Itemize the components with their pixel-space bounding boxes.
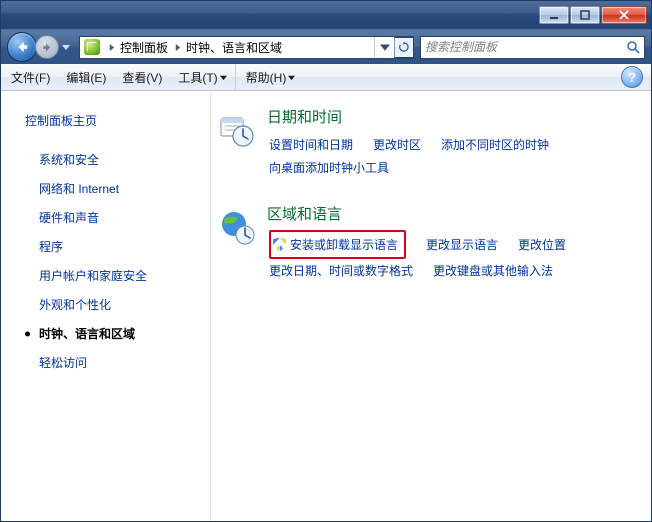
menu-help-label: 帮助(H) bbox=[246, 69, 287, 86]
links-datetime: 设置时间和日期 更改时区 添加不同时区的时钟向桌面添加时钟小工具 bbox=[267, 133, 631, 179]
section-datetime: 日期和时间 设置时间和日期 更改时区 添加不同时区的时钟向桌面添加时钟小工具 bbox=[217, 106, 631, 179]
menu-tools[interactable]: 工具(T) bbox=[170, 64, 235, 90]
sidebar-item[interactable]: 轻松访问 bbox=[25, 348, 198, 377]
search-input[interactable] bbox=[425, 40, 626, 54]
chevron-down-icon bbox=[288, 70, 295, 84]
sidebar-item[interactable]: 系统和安全 bbox=[25, 145, 198, 174]
menu-file-label: 文件(F) bbox=[11, 69, 50, 86]
task-link[interactable]: 更改时区 bbox=[373, 133, 421, 156]
chevron-right-icon[interactable] bbox=[104, 37, 118, 58]
task-link-label: 向桌面添加时钟小工具 bbox=[269, 159, 389, 176]
sidebar-item[interactable]: 时钟、语言和区域 bbox=[25, 319, 198, 348]
links-region-language: 安装或卸载显示语言 更改显示语言 更改位置更改日期、时间或数字格式 更改键盘或其他输入… bbox=[267, 230, 631, 282]
menu-edit[interactable]: 编辑(E) bbox=[58, 64, 114, 90]
task-link[interactable]: 更改键盘或其他输入法 bbox=[433, 259, 553, 282]
sidebar-item[interactable]: 程序 bbox=[25, 232, 198, 261]
task-link[interactable]: 添加不同时区的时钟 bbox=[441, 133, 549, 156]
task-link[interactable]: 更改位置 bbox=[518, 230, 566, 259]
nav-buttons bbox=[7, 32, 73, 62]
address-dropdown[interactable] bbox=[374, 37, 394, 58]
forward-button[interactable] bbox=[35, 35, 59, 59]
chevron-down-icon bbox=[220, 70, 227, 84]
sidebar-item[interactable]: 外观和个性化 bbox=[25, 290, 198, 319]
task-link-label: 更改键盘或其他输入法 bbox=[433, 262, 553, 279]
datetime-icon bbox=[217, 106, 257, 179]
back-button[interactable] bbox=[7, 32, 37, 62]
breadcrumb-level-1[interactable]: 控制面板 bbox=[118, 37, 170, 58]
task-link[interactable]: 安装或卸载显示语言 bbox=[273, 233, 398, 256]
uac-shield-icon bbox=[273, 238, 286, 252]
sidebar: 控制面板主页 系统和安全网络和 Internet硬件和声音程序用户帐户和家庭安全… bbox=[1, 92, 211, 521]
nav-history-dropdown[interactable] bbox=[59, 35, 73, 59]
section-title-datetime[interactable]: 日期和时间 bbox=[267, 106, 631, 127]
menu-tools-label: 工具(T) bbox=[178, 69, 217, 86]
menu-view[interactable]: 查看(V) bbox=[114, 64, 170, 90]
task-link-label: 更改时区 bbox=[373, 136, 421, 153]
sidebar-item[interactable]: 硬件和声音 bbox=[25, 203, 198, 232]
nav-bar: 控制面板 时钟、语言和区域 bbox=[1, 29, 651, 64]
chevron-right-icon[interactable] bbox=[170, 37, 184, 58]
menu-edit-label: 编辑(E) bbox=[66, 69, 106, 86]
titlebar bbox=[1, 1, 651, 29]
menu-file[interactable]: 文件(F) bbox=[3, 64, 58, 90]
maximize-button[interactable] bbox=[570, 6, 600, 24]
task-link[interactable]: 更改显示语言 bbox=[426, 230, 498, 259]
task-link-label: 设置时间和日期 bbox=[269, 136, 353, 153]
control-panel-home-link[interactable]: 控制面板主页 bbox=[25, 112, 198, 129]
task-link-label: 添加不同时区的时钟 bbox=[441, 136, 549, 153]
highlighted-link: 安装或卸载显示语言 bbox=[269, 230, 406, 259]
content-area: 日期和时间 设置时间和日期 更改时区 添加不同时区的时钟向桌面添加时钟小工具 bbox=[211, 92, 651, 521]
task-link-label: 更改位置 bbox=[518, 236, 566, 253]
breadcrumb-level-2[interactable]: 时钟、语言和区域 bbox=[184, 37, 284, 58]
refresh-button[interactable] bbox=[394, 37, 414, 58]
section-region-language: 区域和语言 安装或卸载显示语言 更改显示语言 更改位置更改日期、时间或数字格式 更改键… bbox=[217, 203, 631, 282]
body: 控制面板主页 系统和安全网络和 Internet硬件和声音程序用户帐户和家庭安全… bbox=[1, 91, 651, 521]
search-box[interactable] bbox=[420, 36, 645, 59]
task-link-label: 更改显示语言 bbox=[426, 236, 498, 253]
menu-bar: 文件(F) 编辑(E) 查看(V) 工具(T) 帮助(H) ? bbox=[1, 64, 651, 91]
menu-help[interactable]: 帮助(H) bbox=[238, 64, 304, 90]
sidebar-list: 系统和安全网络和 Internet硬件和声音程序用户帐户和家庭安全外观和个性化时… bbox=[25, 145, 198, 377]
menu-view-label: 查看(V) bbox=[122, 69, 162, 86]
control-panel-icon bbox=[84, 39, 100, 55]
sidebar-item[interactable]: 用户帐户和家庭安全 bbox=[25, 261, 198, 290]
search-icon[interactable] bbox=[626, 40, 640, 54]
section-title-region-language[interactable]: 区域和语言 bbox=[267, 203, 631, 224]
control-panel-window: 控制面板 时钟、语言和区域 文件(F) 编辑(E) 查看(V) 工具(T) 帮助… bbox=[0, 0, 652, 522]
task-link[interactable]: 更改日期、时间或数字格式 bbox=[269, 259, 413, 282]
task-link-label: 安装或卸载显示语言 bbox=[290, 236, 398, 253]
task-link[interactable]: 设置时间和日期 bbox=[269, 133, 353, 156]
task-link[interactable]: 向桌面添加时钟小工具 bbox=[269, 156, 389, 179]
address-bar[interactable]: 控制面板 时钟、语言和区域 bbox=[79, 36, 414, 59]
region-language-icon bbox=[217, 203, 257, 282]
close-button[interactable] bbox=[601, 6, 647, 24]
sidebar-item[interactable]: 网络和 Internet bbox=[25, 174, 198, 203]
task-link-label: 更改日期、时间或数字格式 bbox=[269, 262, 413, 279]
help-icon[interactable]: ? bbox=[621, 66, 643, 88]
minimize-button[interactable] bbox=[539, 6, 569, 24]
